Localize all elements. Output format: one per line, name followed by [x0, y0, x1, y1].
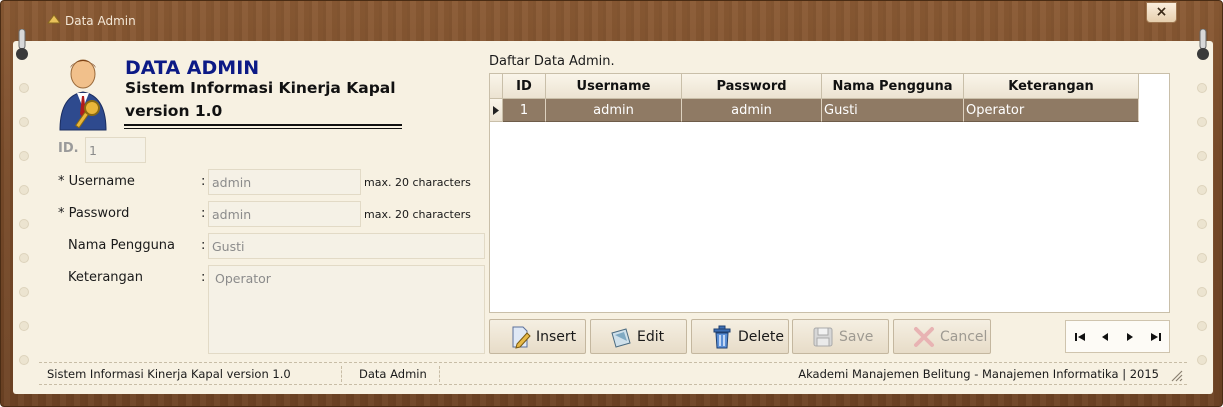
cell-id[interactable]: 1 — [503, 99, 546, 122]
keterangan-textarea[interactable]: Operator — [208, 265, 485, 354]
page-title: DATA ADMIN — [125, 57, 260, 79]
admin-data-grid[interactable]: ID Username Password Nama Pengguna Keter… — [489, 73, 1170, 313]
cell-password[interactable]: admin — [682, 99, 822, 122]
app-icon — [47, 14, 61, 24]
username-field[interactable]: admin — [208, 169, 361, 195]
id-field[interactable]: 1 — [85, 137, 146, 163]
cell-nama-pengguna[interactable]: Gusti — [822, 99, 964, 122]
cell-username[interactable]: admin — [546, 99, 682, 122]
save-button[interactable]: Save — [792, 319, 889, 354]
insert-button[interactable]: Insert — [489, 319, 586, 354]
grid-header-row: ID Username Password Nama Pengguna Keter… — [490, 74, 1139, 99]
last-record-icon[interactable] — [1150, 331, 1162, 343]
ring-hole — [1197, 219, 1207, 229]
status-credit: Akademi Manajemen Belitung - Manajemen I… — [798, 367, 1159, 381]
ring-hole — [19, 321, 29, 331]
nama-pengguna-colon: : — [201, 238, 206, 253]
current-row-icon — [493, 106, 499, 115]
save-label: Save — [839, 328, 874, 345]
password-field[interactable]: admin — [208, 201, 361, 227]
status-separator — [439, 366, 440, 382]
status-bar: Sistem Informasi Kinerja Kapal version 1… — [39, 362, 1187, 385]
grid-corner — [490, 74, 503, 99]
ring-hole — [19, 185, 29, 195]
ring-hole — [19, 287, 29, 297]
record-navigator — [1065, 320, 1170, 353]
column-header-username[interactable]: Username — [546, 74, 682, 99]
cell-keterangan[interactable]: Operator — [964, 99, 1139, 122]
table-row[interactable]: 1 admin admin Gusti Operator — [490, 99, 1139, 122]
ring-hole — [1197, 355, 1207, 365]
cancel-icon — [914, 326, 934, 347]
password-hint: max. 20 characters — [364, 208, 471, 221]
grid-caption: Daftar Data Admin. — [489, 54, 615, 69]
row-selector[interactable] — [490, 99, 503, 122]
save-icon — [813, 327, 833, 346]
username-label: * Username — [58, 174, 135, 189]
next-record-icon[interactable] — [1124, 331, 1136, 343]
column-header-password[interactable]: Password — [682, 74, 822, 99]
keterangan-colon: : — [201, 270, 206, 285]
ring-hole — [1197, 185, 1207, 195]
column-header-id[interactable]: ID — [503, 74, 546, 99]
ring-hole — [19, 355, 29, 365]
close-button[interactable]: × — [1146, 2, 1177, 23]
trash-icon — [713, 325, 731, 348]
id-label: ID. — [58, 141, 79, 156]
ring-hole — [19, 219, 29, 229]
column-header-nama-pengguna[interactable]: Nama Pengguna — [822, 74, 964, 99]
delete-label: Delete — [738, 328, 784, 345]
cancel-label: Cancel — [940, 328, 988, 345]
binder-clip-icon — [1197, 29, 1209, 60]
ring-hole — [1197, 151, 1207, 161]
column-header-keterangan[interactable]: Keterangan — [964, 74, 1139, 99]
nama-pengguna-field[interactable]: Gusti — [208, 233, 485, 259]
insert-label: Insert — [536, 328, 577, 345]
title-bar[interactable]: Data Admin × — [1, 1, 1222, 39]
cancel-button[interactable]: Cancel — [893, 319, 991, 354]
ring-hole — [1197, 287, 1207, 297]
ring-hole — [1197, 321, 1207, 331]
binder-clip-icon — [16, 29, 28, 60]
status-app-name: Sistem Informasi Kinerja Kapal version 1… — [47, 367, 291, 381]
edit-label: Edit — [637, 328, 665, 345]
edit-button[interactable]: Edit — [590, 319, 687, 354]
ring-hole — [19, 253, 29, 263]
nama-pengguna-label: Nama Pengguna — [68, 238, 176, 253]
ring-hole — [19, 83, 29, 93]
header-divider — [124, 124, 402, 126]
page-version: version 1.0 — [125, 102, 223, 120]
password-colon: : — [201, 206, 206, 221]
resize-grip-icon[interactable] — [1169, 368, 1183, 382]
password-label: * Password — [58, 206, 130, 221]
window-frame: Data Admin × DATA ADMIN Sistem Informasi… — [0, 0, 1223, 407]
ring-hole — [1197, 83, 1207, 93]
username-colon: : — [201, 174, 206, 189]
first-record-icon[interactable] — [1074, 331, 1086, 343]
keterangan-label: Keterangan — [68, 270, 143, 285]
header-divider — [124, 128, 402, 129]
username-hint: max. 20 characters — [364, 176, 471, 189]
status-separator — [341, 366, 342, 382]
ring-hole — [19, 117, 29, 127]
ring-hole — [19, 151, 29, 161]
delete-button[interactable]: Delete — [691, 319, 789, 354]
ring-hole — [1197, 253, 1207, 263]
admin-user-icon — [59, 59, 107, 131]
status-module: Data Admin — [359, 367, 427, 381]
page-subtitle: Sistem Informasi Kinerja Kapal — [125, 79, 396, 97]
ring-hole — [1197, 117, 1207, 127]
previous-record-icon[interactable] — [1099, 331, 1111, 343]
edit-icon — [611, 327, 631, 348]
window-title: Data Admin — [65, 14, 136, 28]
insert-icon — [512, 326, 531, 349]
